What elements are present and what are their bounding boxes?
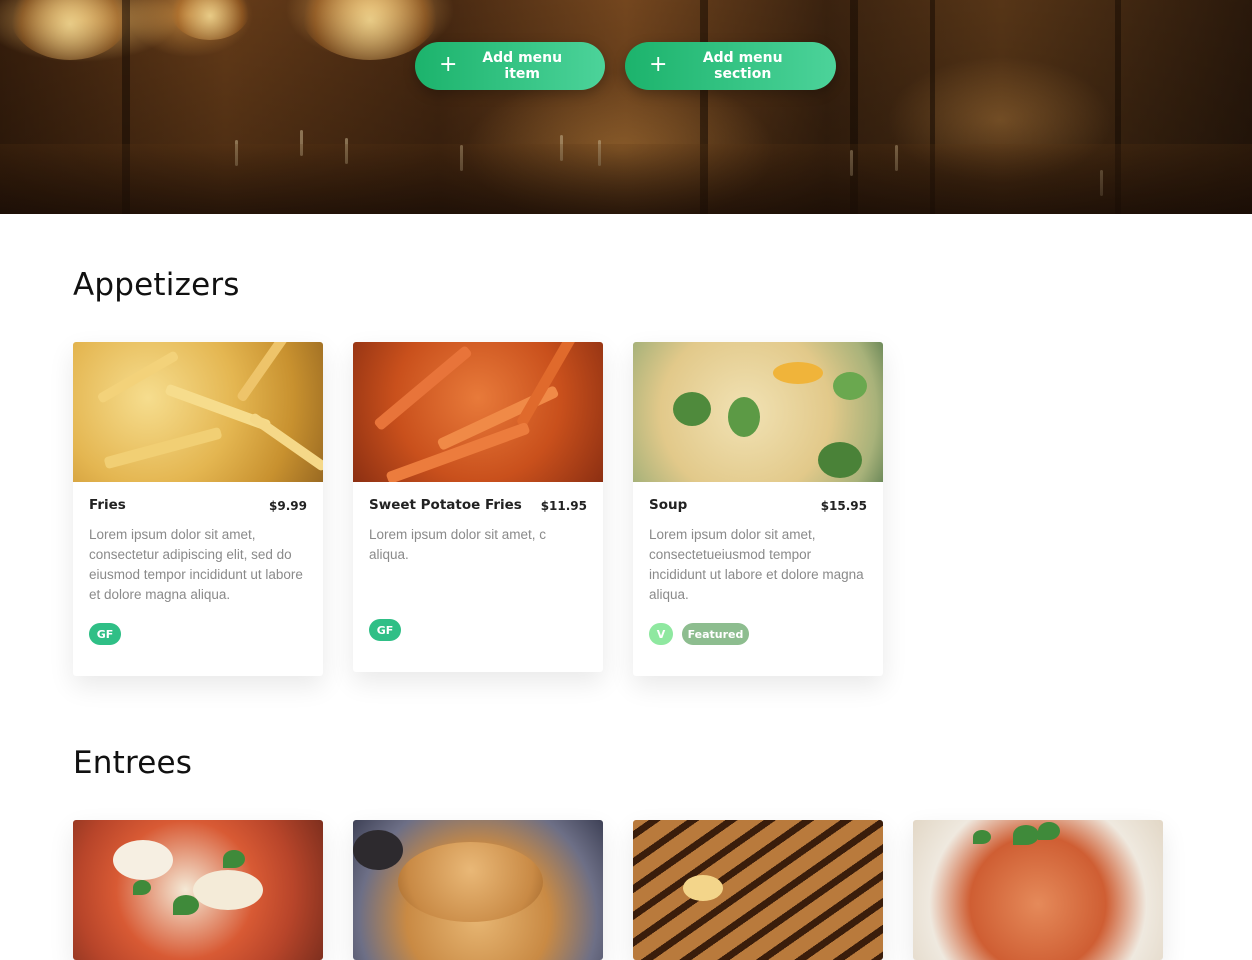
burger-photo xyxy=(353,820,603,960)
item-tags: GF xyxy=(89,623,121,645)
plus-icon: + xyxy=(649,52,668,77)
vegetarian-badge: V xyxy=(649,623,673,645)
fries-photo xyxy=(73,342,323,482)
item-price: $9.99 xyxy=(269,499,307,513)
section-title-entrees: Entrees xyxy=(73,745,193,781)
menu-item-card[interactable]: Fries $9.99 Lorem ipsum dolor sit amet, … xyxy=(73,342,323,676)
featured-badge: Featured xyxy=(682,623,749,645)
item-description: Lorem ipsum dolor sit amet, c aliqua. xyxy=(369,527,547,562)
menu-actions: + Add menu item + Add menu section xyxy=(415,42,836,90)
add-menu-section-button[interactable]: + Add menu section xyxy=(625,42,836,90)
add-menu-item-button[interactable]: + Add menu item xyxy=(415,42,605,90)
item-tags: V Featured xyxy=(649,623,749,645)
menu-item-card[interactable] xyxy=(913,820,1163,960)
hero-banner: + Add menu item + Add menu section xyxy=(0,0,1252,214)
gluten-free-badge: GF xyxy=(369,619,401,641)
pasta-photo xyxy=(913,820,1163,960)
add-menu-section-label: Add menu section xyxy=(702,50,783,82)
plus-icon: + xyxy=(439,52,458,77)
sandwich-photo xyxy=(633,820,883,960)
item-price: $11.95 xyxy=(540,499,587,513)
menu-item-card[interactable] xyxy=(73,820,323,960)
section-title-appetizers: Appetizers xyxy=(73,267,240,303)
item-description: Lorem ipsum dolor sit amet, consectetuei… xyxy=(649,527,864,602)
sweet-potato-fries-photo xyxy=(353,342,603,482)
item-tags: GF xyxy=(369,619,401,641)
menu-item-card[interactable] xyxy=(353,820,603,960)
add-menu-item-label: Add menu item xyxy=(482,50,563,82)
soup-photo xyxy=(633,342,883,482)
menu-item-card[interactable]: Soup $15.95 Lorem ipsum dolor sit amet, … xyxy=(633,342,883,676)
menu-item-card[interactable]: Sweet Potatoe Fries $11.95 Lorem ipsum d… xyxy=(353,342,603,672)
item-price: $15.95 xyxy=(820,499,867,513)
menu-item-card[interactable] xyxy=(633,820,883,960)
pizza-photo xyxy=(73,820,323,960)
item-description: Lorem ipsum dolor sit amet, consectetur … xyxy=(89,527,303,602)
gluten-free-badge: GF xyxy=(89,623,121,645)
